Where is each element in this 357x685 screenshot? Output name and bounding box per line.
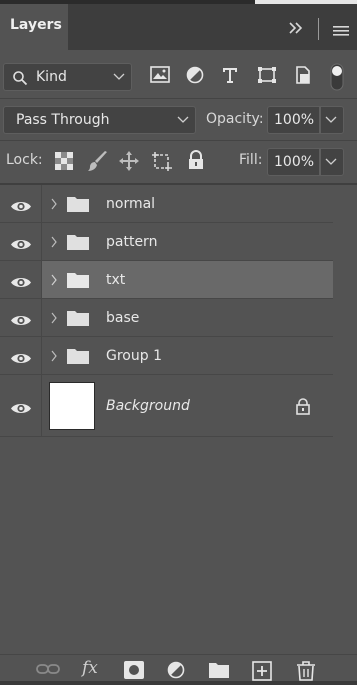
folder-icon — [66, 271, 90, 293]
double-chevron-right-icon[interactable] — [288, 20, 304, 40]
folder-icon — [66, 195, 90, 217]
eye-icon — [10, 198, 32, 217]
eye-icon — [10, 312, 32, 331]
filter-kind-select[interactable]: Kind — [3, 63, 132, 91]
fill-label: Fill: — [239, 152, 263, 168]
background-layer-row[interactable]: Background — [0, 375, 333, 437]
layer-row-selected[interactable]: txt — [0, 261, 333, 299]
chevron-right-icon[interactable] — [50, 312, 58, 326]
layer-name: Group 1 — [106, 347, 162, 364]
lock-image-icon[interactable] — [87, 150, 109, 176]
lock-all-icon[interactable] — [187, 150, 205, 174]
lock-position-icon[interactable] — [118, 150, 140, 176]
visibility-toggle[interactable] — [0, 337, 42, 374]
folder-icon — [66, 309, 90, 331]
layer-row[interactable]: normal — [0, 185, 333, 223]
titlebar-separator — [318, 18, 319, 40]
layer-name: normal — [106, 195, 156, 212]
hamburger-menu-icon[interactable] — [333, 22, 349, 42]
layer-row[interactable]: pattern — [0, 223, 333, 261]
opacity-value: 100% — [274, 112, 315, 128]
lock-transparent-icon[interactable] — [55, 152, 73, 174]
layer-body[interactable]: base — [42, 299, 333, 336]
layer-row[interactable]: base — [0, 299, 333, 337]
layer-body[interactable]: pattern — [42, 223, 333, 260]
layer-name: base — [106, 309, 140, 326]
separator — [0, 98, 357, 99]
chevron-right-icon[interactable] — [50, 198, 58, 212]
visibility-toggle[interactable] — [0, 299, 42, 336]
layer-body[interactable]: normal — [42, 185, 333, 222]
smart-object-filter-icon[interactable] — [294, 66, 312, 88]
eye-icon — [10, 236, 32, 255]
blend-mode-select[interactable]: Pass Through — [3, 106, 196, 134]
fill-field[interactable]: 100% — [267, 148, 320, 176]
chevron-down-icon — [325, 112, 337, 128]
visibility-toggle[interactable] — [0, 375, 42, 436]
layer-body[interactable]: txt — [42, 261, 333, 298]
opacity-label: Opacity: — [206, 111, 264, 127]
lock-icon[interactable] — [295, 397, 311, 419]
delete-icon[interactable] — [296, 661, 316, 685]
folder-icon — [66, 347, 90, 369]
chevron-down-icon — [113, 69, 125, 85]
layer-name: txt — [106, 271, 126, 288]
eye-icon — [10, 274, 32, 293]
separator — [0, 140, 357, 141]
eye-icon — [10, 400, 32, 419]
blend-mode-value: Pass Through — [16, 112, 110, 128]
visibility-toggle[interactable] — [0, 223, 42, 260]
eye-icon — [10, 350, 32, 369]
new-layer-icon[interactable] — [252, 661, 272, 685]
chevron-right-icon[interactable] — [50, 236, 58, 250]
chevron-right-icon[interactable] — [50, 274, 58, 288]
layer-name: Background — [106, 397, 190, 414]
adjustment-filter-icon[interactable] — [186, 66, 204, 88]
chevron-right-icon[interactable] — [50, 350, 58, 364]
fill-value: 100% — [274, 154, 315, 170]
opacity-dropdown[interactable] — [320, 106, 344, 134]
layers-panel: Layers Kind Pass Through Opacity: 100% L… — [0, 0, 357, 681]
fill-dropdown[interactable] — [320, 148, 344, 176]
panel-titlebar: Layers — [0, 0, 357, 50]
filter-toggle-icon[interactable] — [330, 63, 344, 95]
tab-layers[interactable]: Layers — [0, 4, 68, 50]
image-filter-icon[interactable] — [150, 66, 170, 88]
visibility-toggle[interactable] — [0, 185, 42, 222]
shape-filter-icon[interactable] — [257, 66, 277, 88]
opacity-field[interactable]: 100% — [267, 106, 320, 134]
chevron-down-icon — [325, 154, 337, 170]
panel-bottom-bar: fx — [0, 654, 357, 681]
layer-row[interactable]: Group 1 — [0, 337, 333, 375]
layer-body[interactable]: Background — [42, 375, 333, 436]
top-edge-highlight — [255, 0, 357, 4]
link-layers-icon[interactable] — [36, 661, 60, 680]
fx-icon[interactable]: fx — [82, 658, 98, 678]
filter-kind-label: Kind — [36, 69, 67, 85]
lock-label: Lock: — [6, 152, 43, 168]
folder-icon — [66, 233, 90, 255]
search-icon — [12, 70, 28, 90]
lock-artboard-icon[interactable] — [151, 150, 173, 176]
layer-name: pattern — [106, 233, 158, 250]
chevron-down-icon — [177, 112, 189, 128]
layer-thumbnail[interactable] — [49, 382, 95, 430]
scrollbar-track[interactable] — [333, 185, 357, 654]
visibility-toggle[interactable] — [0, 261, 42, 298]
layer-body[interactable]: Group 1 — [42, 337, 333, 374]
type-filter-icon[interactable] — [221, 66, 239, 88]
